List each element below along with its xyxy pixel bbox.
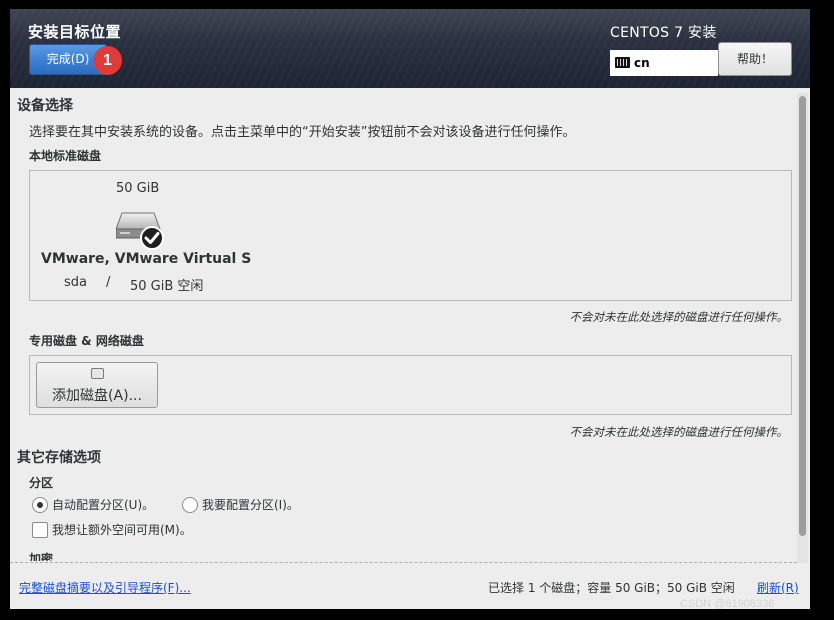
hard-disk-checked-icon bbox=[116, 212, 164, 250]
disk-item-sda[interactable]: 50 GiB VMware, VMware Virtual S sda / 50… bbox=[30, 171, 260, 300]
watermark: CSDN @61908336 bbox=[680, 598, 775, 610]
specialized-disks-panel: 添加磁盘(A)... bbox=[29, 355, 792, 415]
local-disks-panel: 50 GiB VMware, VMware Virtual S sda / 50… bbox=[29, 170, 792, 301]
installation-destination-window: 安装目标位置 完成(D) 1 CENTOS 7 安装 cn 帮助！ 设备选择 选… bbox=[10, 9, 810, 609]
disk-name: VMware, VMware Virtual S bbox=[41, 251, 252, 267]
specialized-disks-title: 专用磁盘 & 网络磁盘 bbox=[29, 334, 144, 348]
encryption-title: 加密 bbox=[29, 552, 54, 561]
disk-add-icon bbox=[91, 368, 104, 379]
keyboard-layout-label: cn bbox=[634, 56, 650, 70]
disk-size: 50 GiB bbox=[116, 181, 160, 196]
refresh-link[interactable]: 刷新(R) bbox=[757, 579, 799, 596]
device-selection-title: 设备选择 bbox=[17, 98, 73, 114]
add-disk-button[interactable]: 添加磁盘(A)... bbox=[36, 362, 158, 408]
selection-status: 已选择 1 个磁盘；容量 50 GiB；50 GiB 空闲 bbox=[488, 581, 735, 595]
footer-divider bbox=[10, 562, 797, 563]
specialized-disks-note: 不会对未在此处选择的磁盘进行任何操作。 bbox=[569, 425, 789, 439]
keyboard-icon bbox=[615, 57, 630, 68]
add-disk-label: 添加磁盘(A)... bbox=[52, 388, 142, 404]
device-selection-description: 选择要在其中安装系统的设备。点击主菜单中的“开始安装”按钮前不会对该设备进行任何… bbox=[29, 125, 576, 140]
help-button[interactable]: 帮助！ bbox=[718, 42, 792, 76]
product-title: CENTOS 7 安装 bbox=[610, 25, 717, 41]
disk-device: sda bbox=[64, 275, 87, 290]
step-badge: 1 bbox=[93, 46, 122, 75]
auto-partition-radio[interactable]: 自动配置分区(U)。 bbox=[32, 497, 154, 513]
other-storage-title: 其它存储选项 bbox=[17, 450, 101, 466]
page-title: 安装目标位置 bbox=[28, 23, 122, 41]
keyboard-layout-indicator[interactable]: cn bbox=[610, 50, 718, 76]
partition-title: 分区 bbox=[29, 476, 54, 490]
disk-separator: / bbox=[106, 275, 111, 290]
disk-summary-link[interactable]: 完整磁盘摘要以及引导程序(F)... bbox=[19, 579, 191, 596]
disk-free-space: 50 GiB 空闲 bbox=[130, 279, 204, 294]
manual-partition-radio[interactable]: 我要配置分区(I)。 bbox=[182, 497, 299, 513]
extra-space-checkbox[interactable]: 我想让额外空间可用(M)。 bbox=[32, 522, 192, 538]
local-disks-note: 不会对未在此处选择的磁盘进行任何操作。 bbox=[569, 310, 789, 324]
scrollbar-thumb[interactable] bbox=[799, 96, 806, 536]
header-bar: 安装目标位置 完成(D) 1 CENTOS 7 安装 cn 帮助！ bbox=[10, 9, 810, 88]
local-disks-title: 本地标准磁盘 bbox=[29, 149, 102, 163]
